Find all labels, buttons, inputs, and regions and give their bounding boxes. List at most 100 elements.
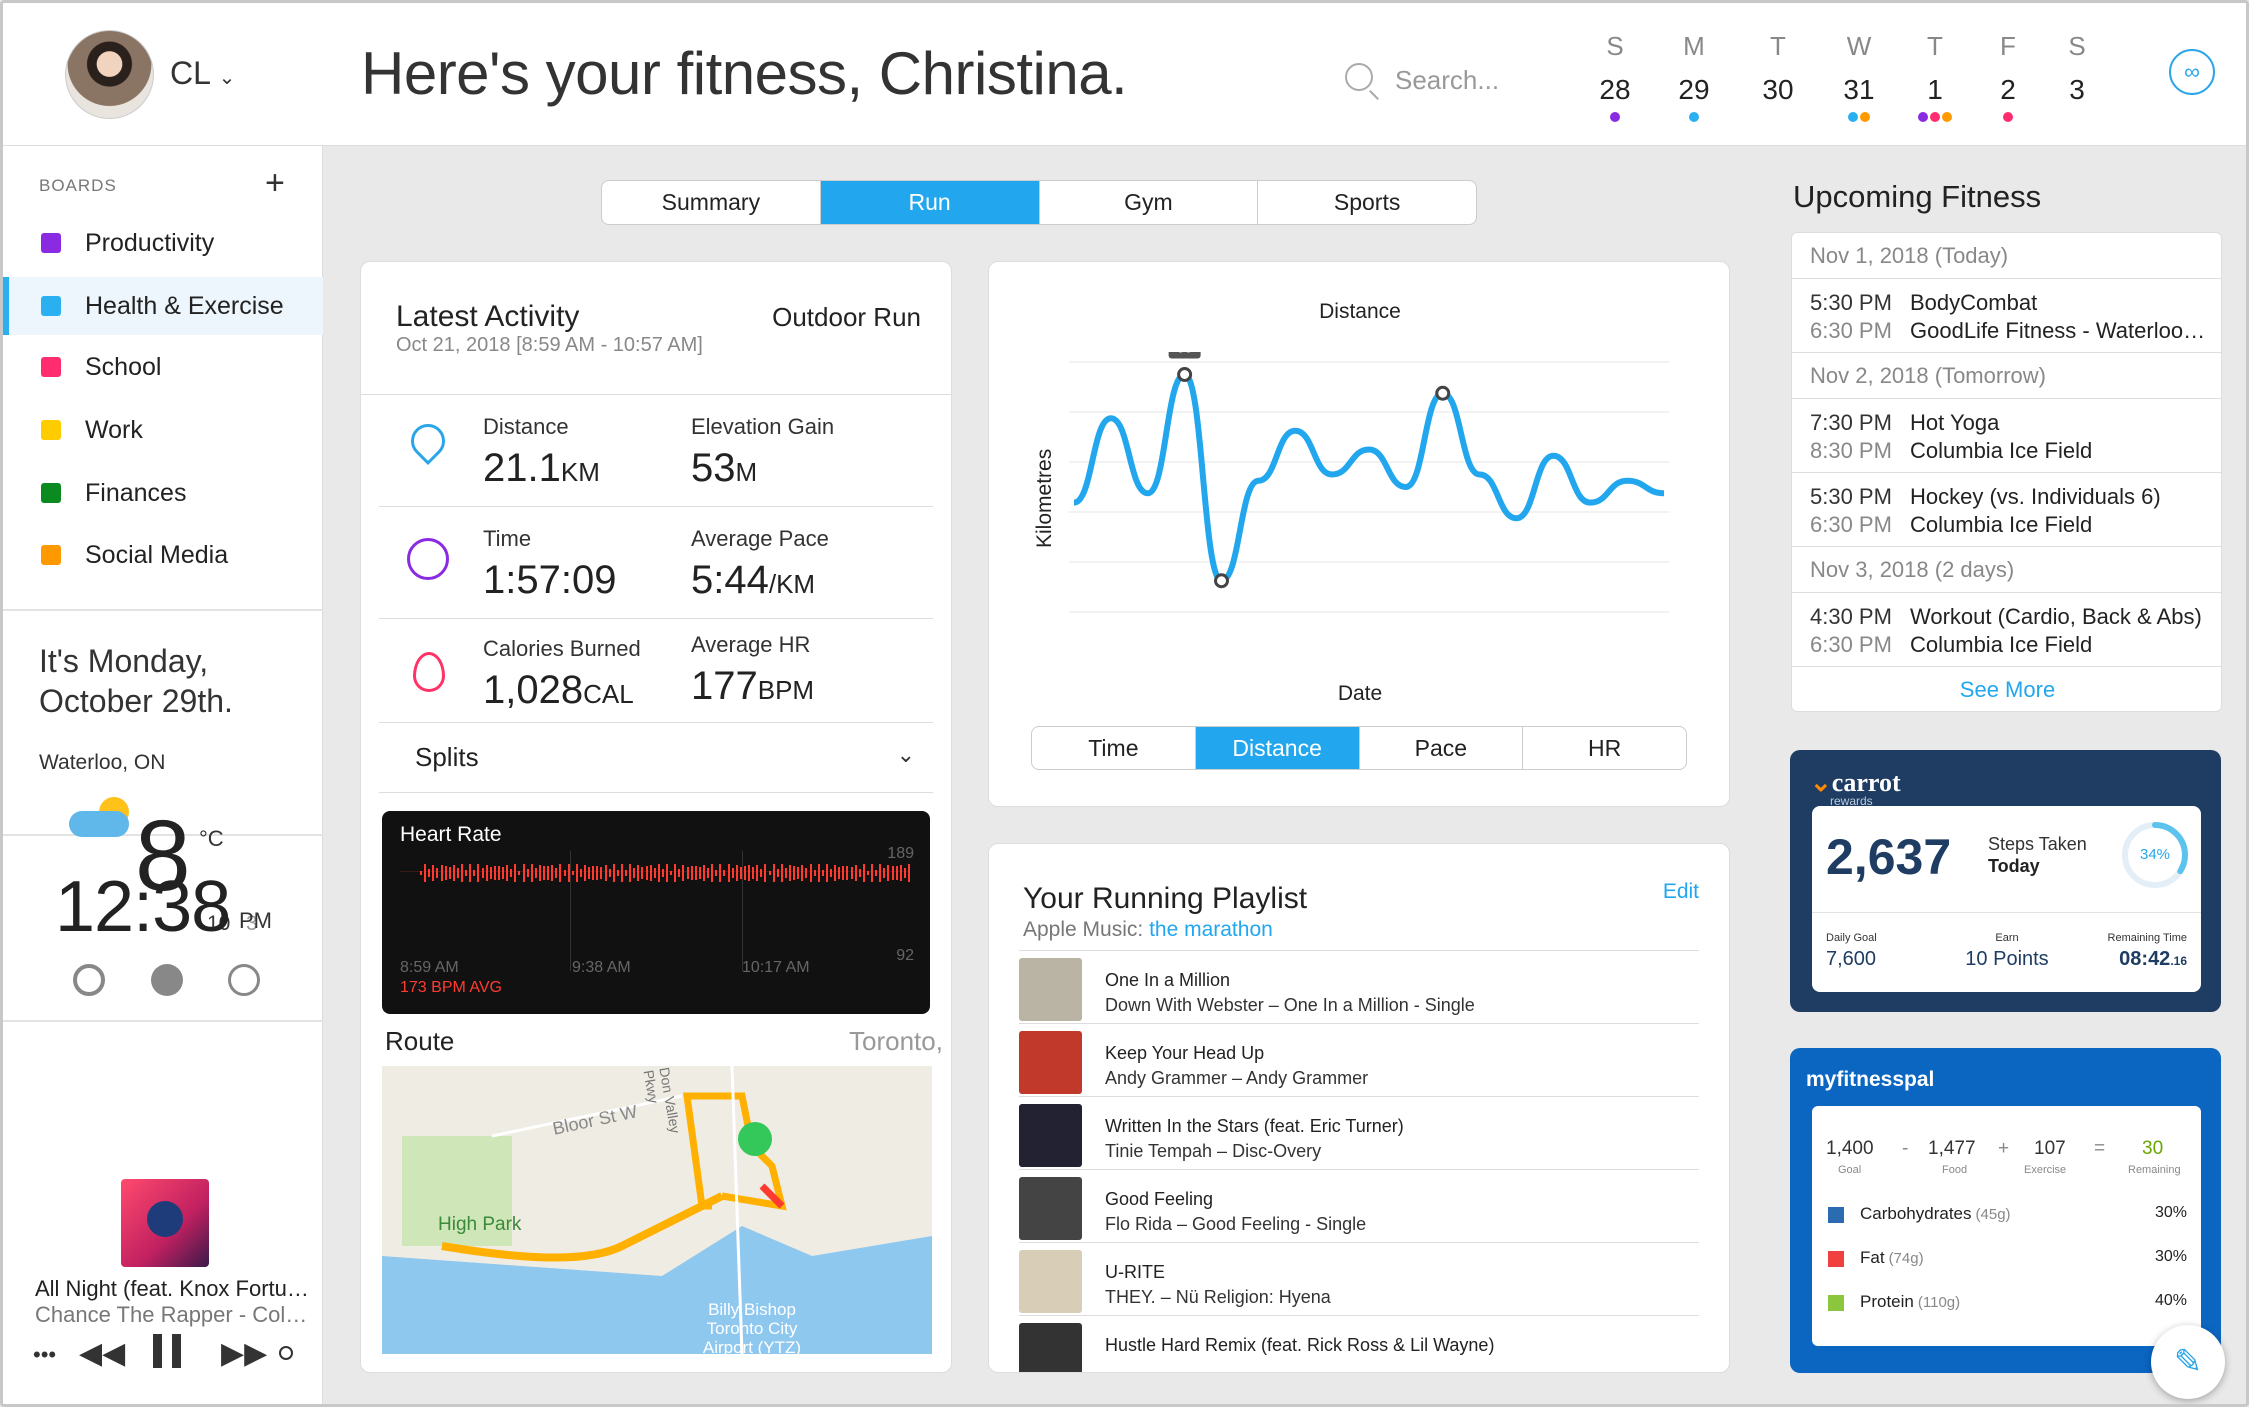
- track-subtitle: Flo Rida – Good Feeling - Single: [1105, 1214, 1367, 1234]
- calendar-weekday: T: [1770, 31, 1786, 61]
- calendar-day[interactable]: T 30: [1753, 31, 1803, 122]
- board-item[interactable]: School: [3, 338, 323, 396]
- rewind-icon[interactable]: ◀◀: [79, 1336, 125, 1371]
- track-item[interactable]: Good Feeling Flo Rida – Good Feeling - Si…: [1105, 1189, 1366, 1235]
- avatar[interactable]: [65, 30, 154, 119]
- heart-rate-bar: [588, 867, 591, 879]
- user-menu[interactable]: CL ⌄: [170, 55, 235, 92]
- track-item[interactable]: U-RITE THEY. – Nü Religion: Hyena: [1105, 1262, 1331, 1308]
- elevation-value: 53: [691, 446, 736, 490]
- calendar-day[interactable]: T1: [1910, 31, 1960, 122]
- upcoming-date-header: Nov 2, 2018 (Tomorrow): [1792, 353, 2221, 399]
- chart-tab-pace[interactable]: Pace: [1360, 727, 1524, 769]
- search-icon[interactable]: [279, 1346, 293, 1360]
- board-item[interactable]: Work: [3, 401, 323, 459]
- calendar-day[interactable]: M 29: [1669, 31, 1719, 122]
- heart-rate-bar: [707, 868, 709, 878]
- heart-rate-bar: [768, 870, 771, 876]
- distance-unit: KM: [560, 457, 600, 487]
- chart-data-point[interactable]: [1214, 573, 1229, 589]
- track-cover[interactable]: [1019, 1250, 1082, 1313]
- chart-tab-distance[interactable]: Distance: [1195, 727, 1360, 769]
- board-item[interactable]: Productivity: [3, 214, 323, 272]
- track-cover[interactable]: [1019, 958, 1082, 1021]
- track-cover[interactable]: [1019, 1323, 1082, 1372]
- stopwatch-icon[interactable]: [151, 964, 183, 996]
- board-item[interactable]: Health & Exercise: [3, 277, 323, 335]
- heart-rate-bar: [830, 868, 832, 878]
- track-item[interactable]: Keep Your Head Up Andy Grammer – Andy Gra…: [1105, 1043, 1368, 1089]
- heart-rate-bar: [805, 868, 808, 878]
- edit-playlist-button[interactable]: Edit: [1663, 880, 1699, 904]
- board-label: Productivity: [85, 228, 215, 257]
- alarm-icon[interactable]: [73, 964, 105, 996]
- heart-rate-bar: [616, 870, 619, 876]
- route-map[interactable]: Bloor St W High Park Billy Bishop Toront…: [382, 1066, 932, 1354]
- splits-toggle[interactable]: Splits ⌄: [415, 742, 915, 778]
- calendar-day[interactable]: W 31: [1834, 31, 1884, 122]
- steps-value: 2,637: [1826, 829, 1952, 885]
- search-input[interactable]: Search...: [1395, 65, 1499, 96]
- activity-date: Oct 21, 2018 [8:59 AM - 10:57 AM]: [396, 334, 703, 356]
- splits-label: Splits: [415, 742, 479, 772]
- distance-chart: 96: [1069, 352, 1669, 613]
- map-pin-icon[interactable]: [738, 1122, 772, 1156]
- add-board-button[interactable]: +: [265, 164, 285, 203]
- heart-rate-bar: [465, 869, 468, 877]
- upcoming-event[interactable]: 4:30 PM Workout (Cardio, Back & Abs) 6:30 …: [1792, 593, 2221, 667]
- chart-x-label: Date: [1337, 682, 1383, 705]
- carrot-rewards-widget[interactable]: ⌄carrot rewards 2,637 Steps Taken Today …: [1790, 750, 2221, 1012]
- calendar-day[interactable]: S3: [2052, 31, 2102, 122]
- upcoming-event[interactable]: 5:30 PM BodyCombat 6:30 PM GoodLife Fitness…: [1792, 279, 2221, 353]
- playlist-source-link[interactable]: the marathon: [1149, 918, 1273, 941]
- chart-data-point[interactable]: [1435, 385, 1451, 401]
- album-art[interactable]: [121, 1179, 209, 1267]
- calendar-weekday: M: [1683, 31, 1705, 61]
- board-item[interactable]: Social Media: [3, 526, 323, 584]
- heart-rate-panel: Heart Rate 189 92 8:59 AM 9:38 AM 10:17 …: [382, 811, 930, 1014]
- see-more-link[interactable]: See More: [1792, 677, 2221, 703]
- chart-tab-hr[interactable]: HR: [1523, 727, 1686, 769]
- chart-data-point[interactable]: [1177, 367, 1193, 382]
- mfp-minus: -: [1902, 1138, 1909, 1159]
- heart-rate-bar: [526, 869, 529, 877]
- track-item[interactable]: Hustle Hard Remix (feat. Rick Ross & Lil…: [1105, 1335, 1494, 1360]
- macro-color-swatch: [1828, 1295, 1844, 1311]
- track-cover[interactable]: [1019, 1104, 1082, 1167]
- calendar-day[interactable]: F2: [1983, 31, 2033, 122]
- track-item[interactable]: Written In the Stars (feat. Eric Turner)…: [1105, 1116, 1404, 1162]
- tab-gym[interactable]: Gym: [1040, 181, 1259, 224]
- glasses-icon[interactable]: ∞: [2169, 49, 2215, 95]
- chart-tab-time[interactable]: Time: [1032, 727, 1196, 769]
- event-end-time: 6:30 PM: [1810, 632, 1892, 657]
- calendar-day[interactable]: S 28: [1590, 31, 1640, 122]
- pause-icon[interactable]: [153, 1334, 181, 1368]
- tab-run[interactable]: Run: [820, 181, 1040, 224]
- event-location: Columbia Ice Field: [1910, 632, 2093, 657]
- tab-summary[interactable]: Summary: [602, 181, 821, 224]
- track-cover[interactable]: [1019, 1031, 1082, 1094]
- track-cover[interactable]: [1019, 1177, 1082, 1240]
- macro-name: Fat: [1860, 1248, 1885, 1267]
- event-dot: [1860, 112, 1870, 122]
- heart-rate-bar: [871, 864, 873, 882]
- chart-y-label: Kilometres: [1033, 448, 1056, 548]
- activity-type: Outdoor Run: [772, 302, 921, 332]
- mfp-remaining-label: Remaining: [2128, 1164, 2181, 1176]
- tab-sports[interactable]: Sports: [1258, 181, 1476, 224]
- timer-icon[interactable]: [228, 964, 260, 996]
- mfp-food-label: Food: [1942, 1164, 1968, 1176]
- fast-forward-icon[interactable]: ▶▶: [221, 1336, 267, 1371]
- more-icon[interactable]: •••: [33, 1342, 56, 1368]
- search-icon[interactable]: [1345, 63, 1373, 91]
- pencil-icon[interactable]: ✎: [2151, 1325, 2225, 1399]
- elevation-label: Elevation Gain: [691, 414, 835, 439]
- upcoming-event[interactable]: 5:30 PM Hockey (vs. Individuals 6) 6:30 PM…: [1792, 473, 2221, 547]
- upcoming-event[interactable]: 7:30 PM Hot Yoga 8:30 PM Columbia Ice Field: [1792, 399, 2221, 473]
- board-item[interactable]: Finances: [3, 464, 323, 522]
- steps-percent: 34%: [2139, 846, 2171, 863]
- macro-name: Carbohydrates: [1860, 1204, 1972, 1223]
- macro-percent: 30%: [2154, 1248, 2187, 1265]
- myfitnesspal-widget[interactable]: myfitnesspal 1,400 Goal - 1,477 Food + 1…: [1790, 1048, 2221, 1373]
- track-item[interactable]: One In a Million Down With Webster – One …: [1105, 970, 1475, 1016]
